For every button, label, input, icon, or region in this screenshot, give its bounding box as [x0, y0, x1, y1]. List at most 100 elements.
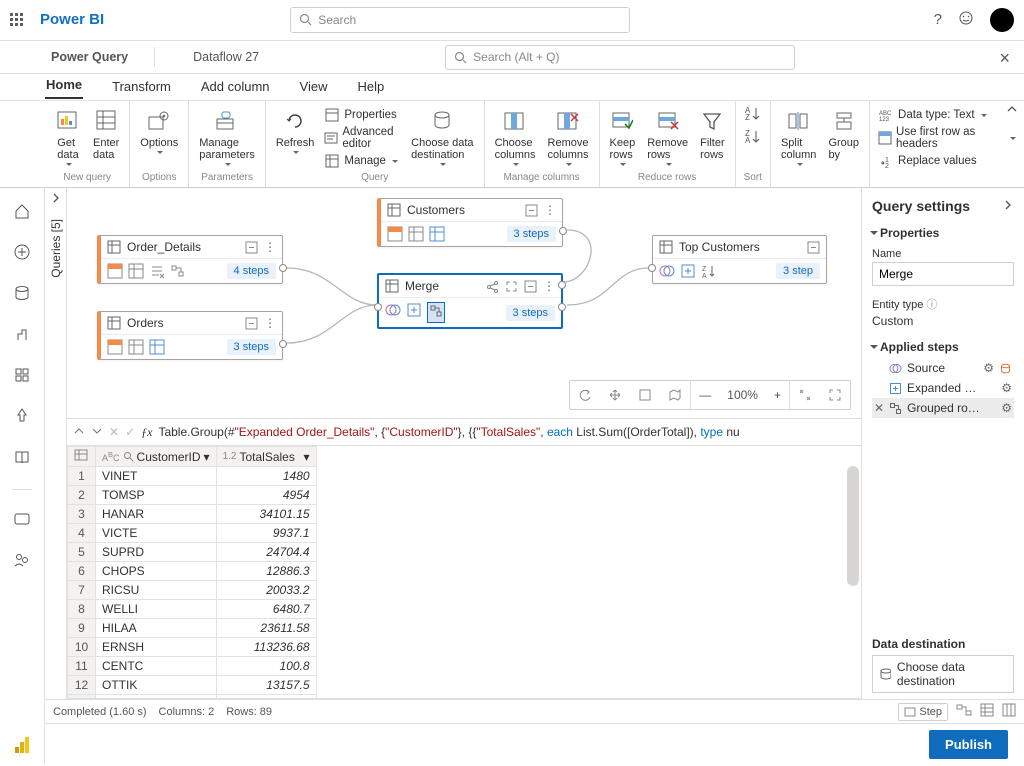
cancel-formula-icon[interactable]: ✕	[109, 425, 119, 439]
table-row[interactable]: 13QUEDE6973.63	[68, 695, 317, 700]
expand-node-icon[interactable]	[807, 241, 820, 254]
gear-icon[interactable]: ⚙	[983, 361, 994, 375]
keep-rows-button[interactable]: Keep rows	[608, 105, 638, 168]
node-orders[interactable]: Orders ⋮	[97, 311, 283, 360]
table-row[interactable]: 9HILAA23611.58	[68, 619, 317, 638]
breadcrumb-dataflow[interactable]: Dataflow 27	[187, 41, 265, 73]
choose-data-destination-button[interactable]: Choose data destination	[872, 655, 1014, 693]
schema-view-icon[interactable]	[1002, 703, 1016, 720]
column-dropdown-icon[interactable]: ▾	[204, 450, 210, 464]
collapse-diagram-icon[interactable]	[790, 388, 820, 402]
formula-bar[interactable]: Table.Group(#"Expanded Order_Details", {…	[158, 425, 855, 440]
node-merge[interactable]: Merge ⋮	[377, 273, 563, 329]
manage-parameters-button[interactable]: Manage parameters	[197, 105, 257, 168]
choose-destination-button[interactable]: Choose data destination	[409, 105, 475, 168]
data-preview-table[interactable]: ABCCustomerID▾ 1.2TotalSales▾ 1VINET1480…	[67, 446, 317, 699]
pan-icon[interactable]	[600, 388, 630, 402]
avatar[interactable]	[990, 8, 1014, 32]
data-type-button[interactable]: ABC123Data type: Text	[878, 107, 1016, 123]
table-row[interactable]: 4VICTE9937.1	[68, 524, 317, 543]
nav-goals-icon[interactable]	[13, 325, 31, 346]
merge-step-icon[interactable]	[659, 263, 675, 279]
gear-icon[interactable]: ⚙	[1001, 401, 1012, 415]
table-row[interactable]: 10ERNSH113236.68	[68, 638, 317, 657]
expand-step-icon[interactable]	[406, 302, 422, 318]
sort-desc-button[interactable]: ZA	[744, 128, 762, 147]
collapse-ribbon-icon[interactable]	[1006, 103, 1018, 118]
remove-columns-button[interactable]: Remove columns	[546, 105, 591, 168]
accept-formula-icon[interactable]: ✓	[125, 425, 135, 439]
properties-section[interactable]: Properties	[880, 226, 939, 240]
nav-step-icon[interactable]	[408, 226, 424, 242]
steps-count[interactable]: 3 steps	[507, 226, 556, 242]
delete-step-icon[interactable]: ✕	[874, 401, 884, 415]
step-icon[interactable]	[149, 263, 165, 279]
share-icon[interactable]	[486, 280, 499, 293]
manage-button[interactable]: Manage	[324, 153, 401, 169]
undo-icon[interactable]	[570, 388, 600, 402]
step-view-toggle[interactable]: Step	[898, 703, 948, 721]
group-step-icon[interactable]	[427, 302, 445, 323]
sort-step-icon[interactable]: ZA	[701, 263, 717, 279]
nav-learn-icon[interactable]	[13, 448, 31, 469]
options-button[interactable]: Options	[138, 105, 180, 156]
queries-panel-label[interactable]: Queries [5]	[49, 211, 63, 286]
table-row[interactable]: 5SUPRD24704.4	[68, 543, 317, 562]
collapse-formula-icon[interactable]	[73, 425, 85, 440]
powerbi-icon[interactable]	[0, 724, 45, 766]
tab-transform[interactable]: Transform	[111, 75, 172, 99]
expand-formula-icon[interactable]	[91, 425, 103, 440]
omnisearch-input[interactable]: Search (Alt + Q)	[445, 45, 795, 70]
table-corner[interactable]	[68, 447, 96, 467]
feedback-icon[interactable]	[958, 10, 974, 29]
group-by-button[interactable]: Group by	[826, 105, 861, 163]
column-totalsales[interactable]: 1.2TotalSales▾	[216, 447, 316, 467]
node-menu-icon[interactable]: ⋮	[544, 204, 556, 217]
info-icon[interactable]: ⓘ	[926, 299, 937, 311]
zoom-in-button[interactable]: +	[766, 388, 789, 402]
split-column-button[interactable]: Split column	[779, 105, 818, 168]
vertical-scrollbar[interactable]	[847, 466, 859, 586]
source-step-icon[interactable]	[387, 226, 403, 242]
step-icon[interactable]	[149, 339, 165, 355]
tab-view[interactable]: View	[299, 75, 329, 99]
nav-apps-icon[interactable]	[13, 366, 31, 387]
fit-icon[interactable]	[630, 388, 660, 402]
table-row[interactable]: 2TOMSP4954	[68, 486, 317, 505]
help-icon[interactable]: ?	[934, 11, 942, 28]
step-icon[interactable]	[170, 263, 186, 279]
refresh-button[interactable]: Refresh	[274, 105, 317, 156]
sort-asc-button[interactable]: AZ	[744, 105, 762, 124]
replace-values-button[interactable]: 12Replace values	[878, 153, 1016, 169]
table-row[interactable]: 12OTTIK13157.5	[68, 676, 317, 695]
enter-data-button[interactable]: Enter data	[91, 105, 121, 163]
node-top-customers[interactable]: Top Customers ZA	[652, 235, 827, 284]
applied-step-expanded[interactable]: Expanded … ⚙	[872, 378, 1014, 398]
table-row[interactable]: 7RICSU20033.2	[68, 581, 317, 600]
expand-node-icon[interactable]	[245, 317, 258, 330]
steps-count[interactable]: 3 step	[776, 263, 820, 279]
node-menu-icon[interactable]: ⋮	[264, 317, 276, 330]
expand-step-icon[interactable]	[680, 263, 696, 279]
table-row[interactable]: 6CHOPS12886.3	[68, 562, 317, 581]
nav-data-icon[interactable]	[13, 284, 31, 305]
table-row[interactable]: 3HANAR34101.15	[68, 505, 317, 524]
column-dropdown-icon[interactable]: ▾	[304, 450, 310, 464]
table-row[interactable]: 1VINET1480	[68, 467, 317, 486]
table-row[interactable]: 8WELLI6480.7	[68, 600, 317, 619]
node-menu-icon[interactable]: ⋮	[543, 280, 555, 293]
global-search-input[interactable]: Search	[290, 7, 630, 33]
tab-help[interactable]: Help	[356, 75, 385, 99]
expand-node-icon[interactable]	[525, 204, 538, 217]
applied-steps-section[interactable]: Applied steps	[880, 340, 959, 354]
query-name-input[interactable]	[872, 262, 1014, 286]
first-row-headers-button[interactable]: Use first row as headers	[878, 126, 1016, 150]
merge-step-icon[interactable]	[385, 302, 401, 318]
nav-myworkspace-icon[interactable]	[13, 551, 31, 572]
tab-home[interactable]: Home	[45, 73, 83, 99]
column-customerid[interactable]: ABCCustomerID▾	[96, 447, 217, 467]
breadcrumb-powerquery[interactable]: Power Query	[45, 41, 134, 73]
source-step-icon[interactable]	[107, 339, 123, 355]
fullscreen-icon[interactable]	[505, 280, 518, 293]
node-customers[interactable]: Customers ⋮	[377, 198, 563, 247]
